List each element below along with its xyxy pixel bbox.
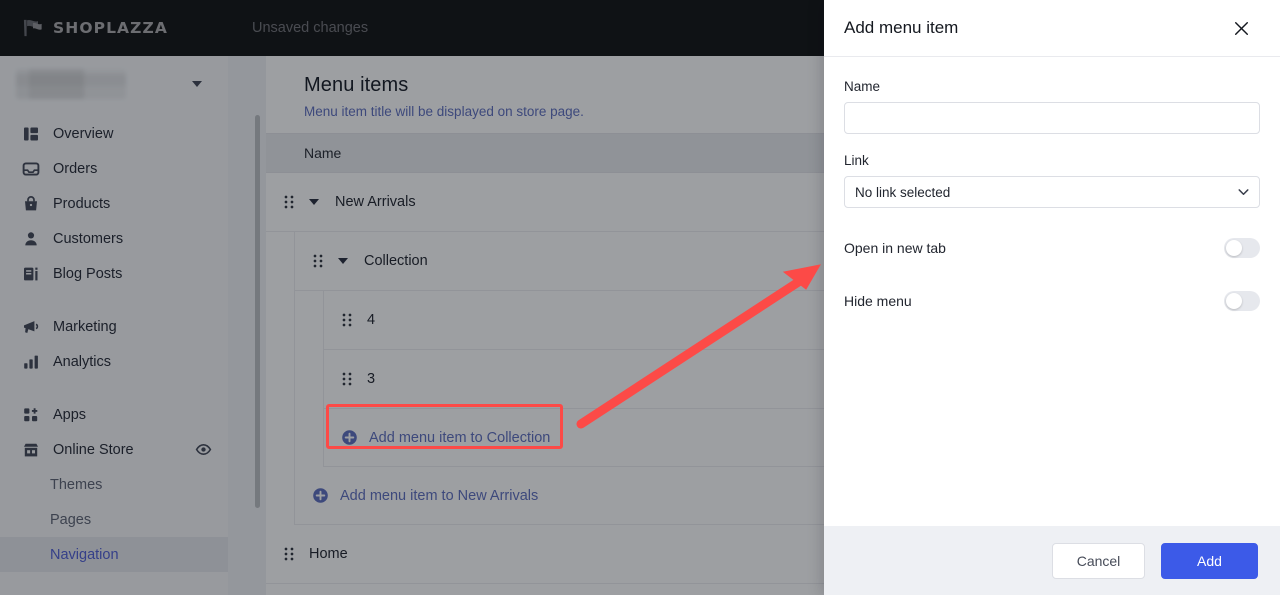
menu-item-label: New Arrivals	[335, 194, 416, 210]
sidebar-item-navigation[interactable]: Navigation	[0, 537, 228, 572]
drag-handle-icon[interactable]	[341, 371, 353, 387]
sidebar-item-label: Navigation	[50, 546, 119, 563]
drag-handle-icon[interactable]	[283, 546, 295, 562]
sidebar-item-label: Overview	[53, 125, 114, 142]
sidebar-item-customers[interactable]: Customers	[0, 221, 228, 256]
sidebar-item-label: Orders	[53, 160, 98, 177]
storefront-icon	[24, 443, 38, 456]
hide-menu-toggle[interactable]	[1224, 291, 1260, 311]
sidebar-item-orders[interactable]: Orders	[0, 151, 228, 186]
sidebar-item-products[interactable]: Products	[0, 186, 228, 221]
drag-handle-icon[interactable]	[341, 312, 353, 328]
add-button[interactable]: Add	[1161, 542, 1258, 579]
sidebar-item-label: Apps	[53, 406, 87, 423]
sidebar-item-label: Customers	[53, 230, 124, 247]
inbox-icon	[22, 161, 40, 176]
add-link-label: Add menu item to New Arrivals	[340, 487, 539, 504]
store-switcher[interactable]	[0, 56, 228, 112]
sidebar-item-themes[interactable]: Themes	[0, 467, 228, 502]
panel-header: Add menu item	[824, 0, 1280, 57]
close-icon	[1234, 21, 1248, 35]
megaphone-icon	[24, 320, 39, 333]
blog-icon	[24, 267, 38, 280]
sidebar-item-label: Analytics	[53, 353, 112, 370]
drag-handle-icon[interactable]	[283, 194, 295, 210]
sidebar-item-apps[interactable]: Apps	[0, 397, 228, 432]
drag-handle-icon[interactable]	[312, 253, 324, 269]
app-root: SHOPLAZZA Unsaved changes Overview Order…	[0, 0, 1280, 595]
sidebar-item-label: Products	[53, 195, 111, 212]
sidebar-item-analytics[interactable]: Analytics	[0, 344, 228, 379]
hide-menu-label: Hide menu	[844, 293, 912, 309]
panel-body: Name Link No link selected Open in new t…	[824, 57, 1280, 526]
unsaved-changes-status: Unsaved changes	[252, 20, 369, 36]
person-icon	[25, 231, 37, 245]
menu-item-label: 4	[367, 312, 376, 328]
link-select-value: No link selected	[844, 176, 1260, 208]
name-field-label: Name	[844, 79, 881, 94]
name-input[interactable]	[844, 102, 1260, 134]
eye-icon[interactable]	[195, 441, 212, 458]
add-link-label: Add menu item to Collection	[369, 429, 551, 446]
open-in-new-tab-row: Open in new tab	[844, 238, 1260, 258]
sidebar-divider-gap	[0, 291, 228, 309]
field-spacer	[844, 134, 1260, 153]
menu-item-label: Collection	[364, 253, 428, 269]
cancel-button[interactable]: Cancel	[1052, 542, 1145, 579]
sidebar-nav: Overview Orders Products Customers Blog …	[0, 112, 228, 572]
panel-title: Add menu item	[844, 18, 959, 37]
sidebar: Overview Orders Products Customers Blog …	[0, 56, 228, 595]
sidebar-divider-gap-2	[0, 379, 228, 397]
sidebar-item-online-store[interactable]: Online Store	[0, 432, 228, 467]
dashboard-icon	[24, 127, 38, 140]
sidebar-item-overview[interactable]: Overview	[0, 116, 228, 151]
open-in-new-tab-label: Open in new tab	[844, 240, 946, 256]
panel-footer: Cancel Add	[824, 526, 1280, 595]
close-button[interactable]	[1228, 15, 1254, 41]
link-field-label: Link	[844, 153, 869, 168]
hide-menu-row: Hide menu	[844, 291, 1260, 311]
brand-name: SHOPLAZZA	[53, 19, 168, 37]
store-name-redacted	[16, 69, 126, 99]
sidebar-item-label: Online Store	[53, 441, 134, 458]
sidebar-item-marketing[interactable]: Marketing	[0, 309, 228, 344]
sidebar-item-label: Pages	[50, 511, 92, 528]
chevron-down-icon	[1238, 189, 1249, 195]
brand[interactable]: SHOPLAZZA	[0, 18, 218, 38]
plus-circle-icon	[313, 488, 328, 503]
menu-item-label: Home	[309, 546, 348, 562]
menu-item-label: 3	[367, 371, 376, 387]
open-in-new-tab-toggle[interactable]	[1224, 238, 1260, 258]
sidebar-item-label: Blog Posts	[53, 265, 123, 282]
bar-chart-icon	[24, 355, 38, 369]
caret-down-icon[interactable]	[338, 258, 348, 264]
bag-icon	[25, 195, 37, 210]
sidebar-item-label: Themes	[50, 476, 103, 493]
apps-grid-icon	[24, 407, 38, 421]
plus-circle-icon	[342, 430, 357, 445]
sidebar-item-label: Marketing	[53, 318, 117, 335]
column-header-name: Name	[304, 145, 342, 161]
chevron-down-icon	[192, 81, 202, 87]
add-menu-item-panel: Add menu item Name Link No link selected…	[824, 0, 1280, 595]
shoplazza-flag-logo-icon	[23, 19, 42, 37]
sidebar-item-pages[interactable]: Pages	[0, 502, 228, 537]
sidebar-item-blog-posts[interactable]: Blog Posts	[0, 256, 228, 291]
link-select[interactable]: No link selected	[844, 176, 1260, 208]
toggle-knob	[1226, 293, 1242, 309]
toggle-knob	[1226, 240, 1242, 256]
main-scrollbar[interactable]	[255, 115, 260, 508]
caret-down-icon[interactable]	[309, 199, 319, 205]
